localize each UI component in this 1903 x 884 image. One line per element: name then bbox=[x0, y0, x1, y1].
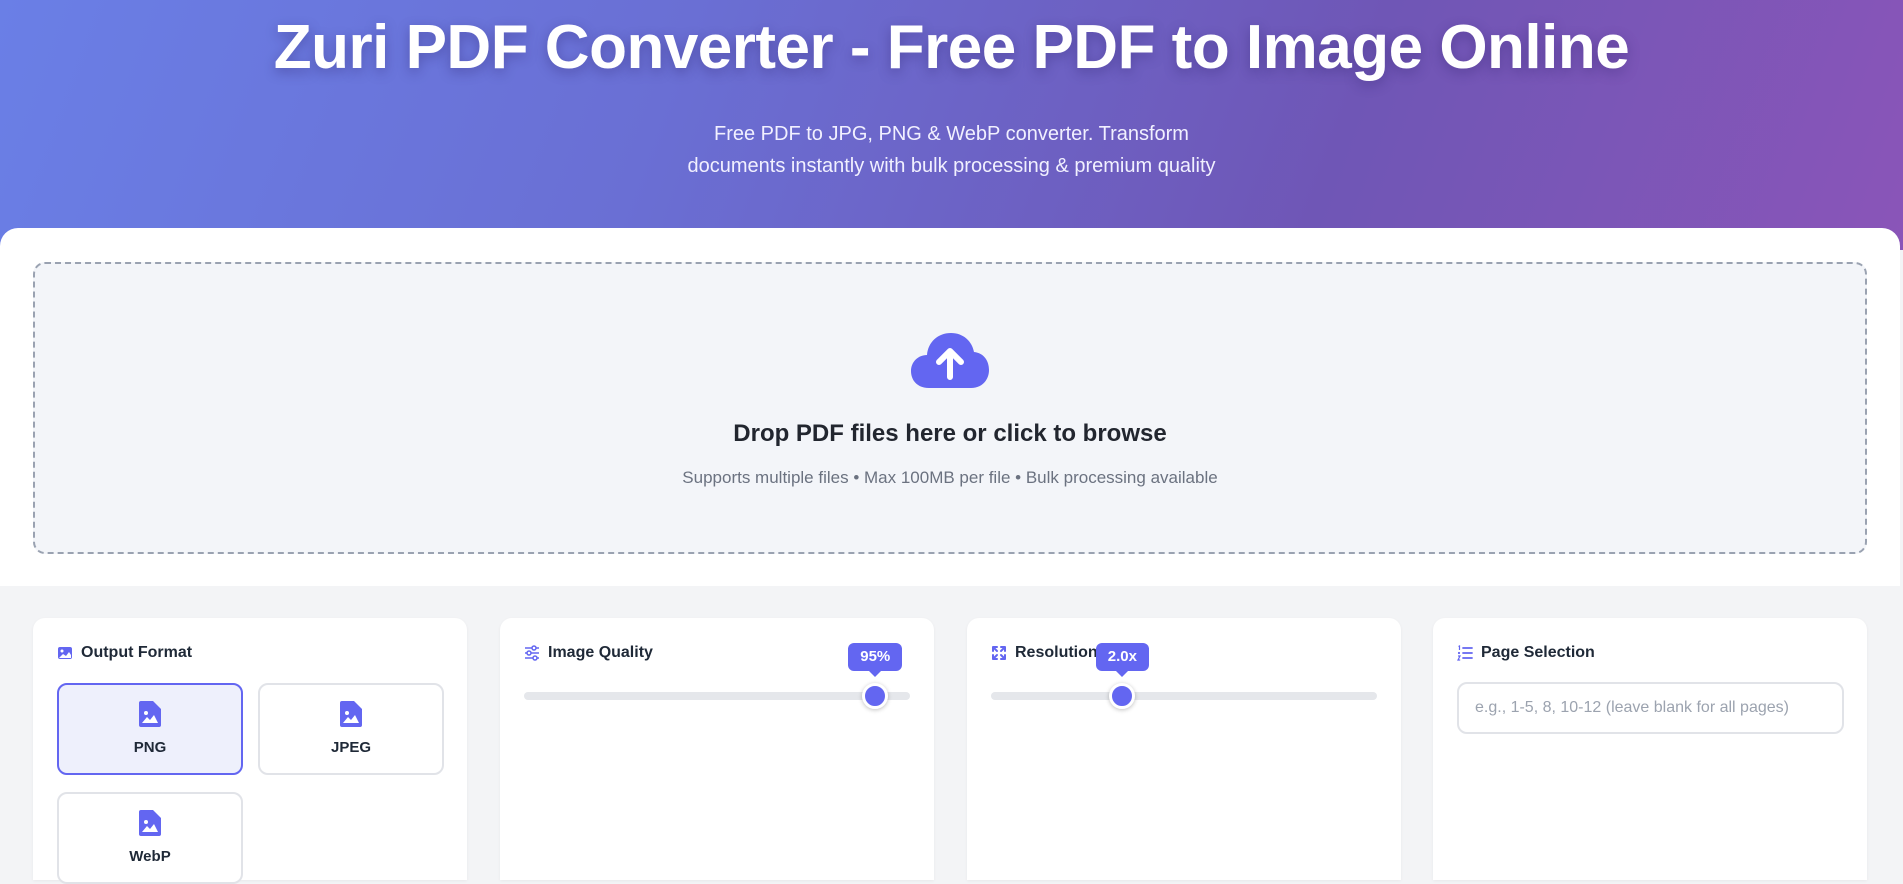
output-format-label: Output Format bbox=[81, 644, 193, 661]
expand-icon bbox=[992, 646, 1006, 660]
dropzone-hint: Supports multiple files • Max 100MB per … bbox=[682, 468, 1218, 487]
pdf-dropzone[interactable]: Drop PDF files here or click to browse S… bbox=[33, 262, 1867, 554]
image-icon bbox=[58, 647, 72, 659]
page-selection-panel: Page Selection bbox=[1433, 618, 1867, 880]
cloud-upload-icon bbox=[911, 333, 989, 388]
sliders-icon bbox=[525, 645, 539, 661]
quality-slider[interactable] bbox=[524, 683, 910, 709]
resolution-slider[interactable] bbox=[991, 683, 1377, 709]
format-option-label: WebP bbox=[129, 848, 171, 865]
subtitle-line-2: documents instantly with bulk processing… bbox=[687, 155, 1216, 177]
image-quality-label: Image Quality bbox=[548, 644, 653, 661]
resolution-value-badge: 2.0x bbox=[1095, 643, 1149, 677]
quality-value-badge: 95% bbox=[848, 643, 903, 677]
list-ordered-icon bbox=[1457, 645, 1473, 661]
output-format-header: Output Format bbox=[57, 644, 192, 662]
file-image-icon bbox=[139, 701, 161, 727]
file-image-icon bbox=[340, 701, 362, 727]
page-selection-label: Page Selection bbox=[1481, 644, 1595, 661]
hero-header: Zuri PDF Converter - Free PDF to Image O… bbox=[0, 0, 1903, 250]
format-option-label: JPEG bbox=[330, 739, 372, 756]
dropzone-title: Drop PDF files here or click to browse bbox=[733, 420, 1167, 447]
image-quality-header: Image Quality bbox=[524, 644, 653, 662]
page-selection-header: Page Selection bbox=[1457, 644, 1595, 662]
resolution-scale-panel: Resolution Scale bbox=[967, 618, 1401, 880]
format-option-png[interactable]: PNG bbox=[57, 683, 243, 775]
page-title: Zuri PDF Converter - Free PDF to Image O… bbox=[273, 13, 1630, 82]
format-option-jpeg[interactable]: JPEG bbox=[258, 683, 444, 775]
file-image-icon bbox=[139, 810, 161, 836]
format-option-label: PNG bbox=[133, 739, 167, 756]
page-subtitle: Free PDF to JPG, PNG & WebP converter. T… bbox=[0, 118, 1903, 182]
format-option-webp[interactable]: WebP bbox=[57, 792, 243, 884]
output-format-panel: Output Format PNG JPEG WebP bbox=[33, 618, 467, 884]
subtitle-line-1: Free PDF to JPG, PNG & WebP converter. T… bbox=[714, 123, 1189, 145]
page-selection-input[interactable] bbox=[1457, 682, 1844, 734]
